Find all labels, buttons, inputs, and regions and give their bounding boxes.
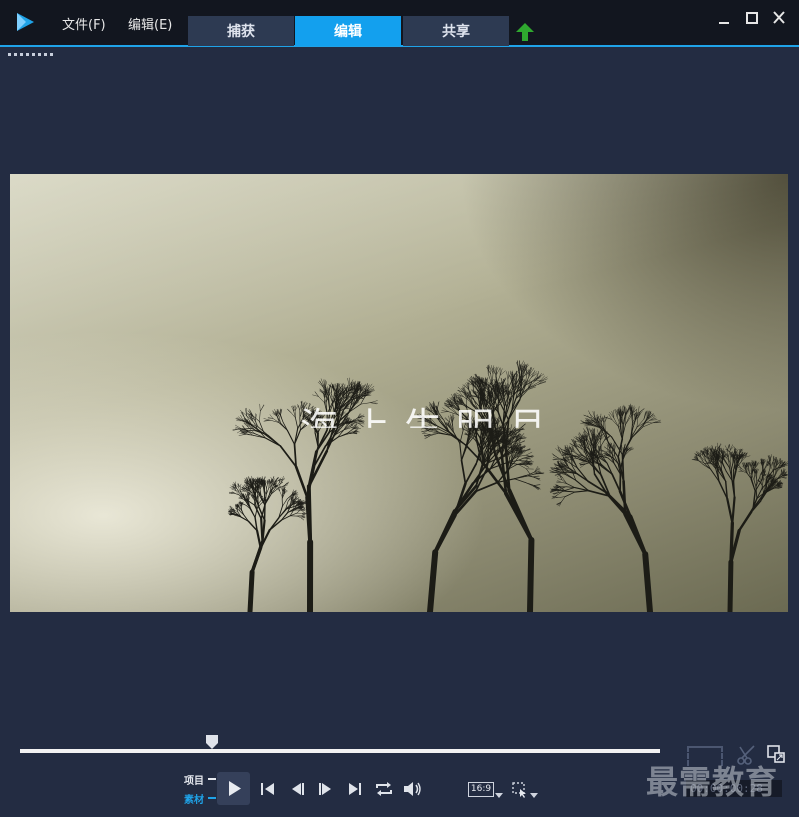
mode-project[interactable]: 项目	[184, 772, 216, 787]
next-frame-icon[interactable]	[314, 778, 336, 800]
tab-edit[interactable]: 编辑	[295, 16, 401, 46]
scrubber-track[interactable]	[20, 749, 660, 753]
tab-capture[interactable]: 捕获	[188, 16, 294, 46]
menu-file[interactable]: 文件(F)	[62, 14, 106, 33]
go-to-end-icon[interactable]	[344, 778, 366, 800]
menu-edit[interactable]: 编辑(E)	[128, 14, 172, 33]
tree-silhouettes	[227, 360, 788, 612]
mode-clip[interactable]: 素材	[184, 791, 216, 806]
previous-frame-icon[interactable]	[287, 778, 309, 800]
tab-share[interactable]: 共享	[403, 16, 509, 46]
upload-icon[interactable]	[515, 22, 535, 42]
volume-icon[interactable]	[401, 778, 423, 800]
app-logo-icon	[17, 13, 34, 31]
watermark-text: 最需教育	[646, 763, 779, 801]
close-icon[interactable]	[769, 9, 789, 27]
video-preview	[10, 174, 788, 612]
panel-grip-handle[interactable]	[8, 53, 54, 56]
maximize-icon[interactable]	[742, 9, 762, 27]
play-icon	[229, 781, 241, 796]
scrubber-handle[interactable]	[205, 734, 219, 750]
go-to-start-icon[interactable]	[257, 778, 279, 800]
aspect-ratio-caret-icon[interactable]	[495, 793, 503, 798]
play-button[interactable]	[217, 772, 250, 805]
selection-tool-icon[interactable]	[512, 782, 530, 798]
selection-tool-caret-icon[interactable]	[530, 793, 538, 798]
repeat-icon[interactable]	[373, 778, 395, 800]
aspect-ratio-button[interactable]: 16:9	[468, 782, 494, 797]
minimize-icon[interactable]	[714, 9, 734, 27]
